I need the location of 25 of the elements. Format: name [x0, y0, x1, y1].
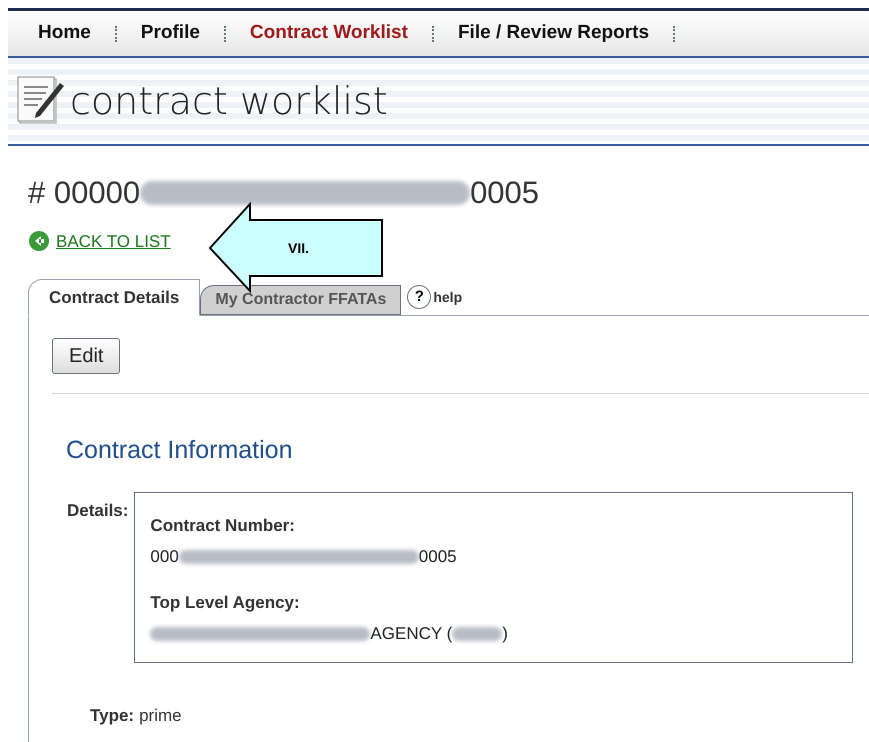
contract-number-heading: # 00000 [28, 174, 140, 212]
page-title: contract worklist [70, 78, 388, 124]
type-value: prime [139, 704, 182, 726]
field-label: Contract Number: [150, 514, 295, 536]
help-icon[interactable]: ? [407, 285, 432, 309]
nav-link[interactable]: Contract Worklist [250, 19, 408, 48]
help-link[interactable]: help [433, 286, 462, 308]
field-value: ) [502, 623, 508, 645]
field-value: 000 [150, 546, 179, 568]
callout-label: VII. [288, 239, 310, 258]
edit-button[interactable]: Edit [52, 338, 120, 374]
back-to-list-link[interactable]: BACK TO LIST [56, 228, 171, 254]
section-title: Contract Information [66, 435, 292, 466]
tab[interactable]: Contract Details [28, 279, 200, 316]
nav-link[interactable]: File / Review Reports [458, 19, 650, 48]
field-value: 0005 [418, 546, 457, 568]
redaction-blur [452, 626, 502, 641]
nav-link[interactable]: Profile [140, 19, 200, 48]
field-value: AGENCY ( [370, 623, 452, 645]
type-label: Type: [90, 704, 134, 726]
contract-number-heading: 0005 [470, 174, 540, 212]
field-label: Top Level Agency: [150, 592, 300, 614]
tab[interactable]: My Contractor FFATAs [200, 285, 402, 315]
details-label: Details: [67, 500, 128, 522]
nav-link[interactable]: Home [38, 19, 91, 48]
